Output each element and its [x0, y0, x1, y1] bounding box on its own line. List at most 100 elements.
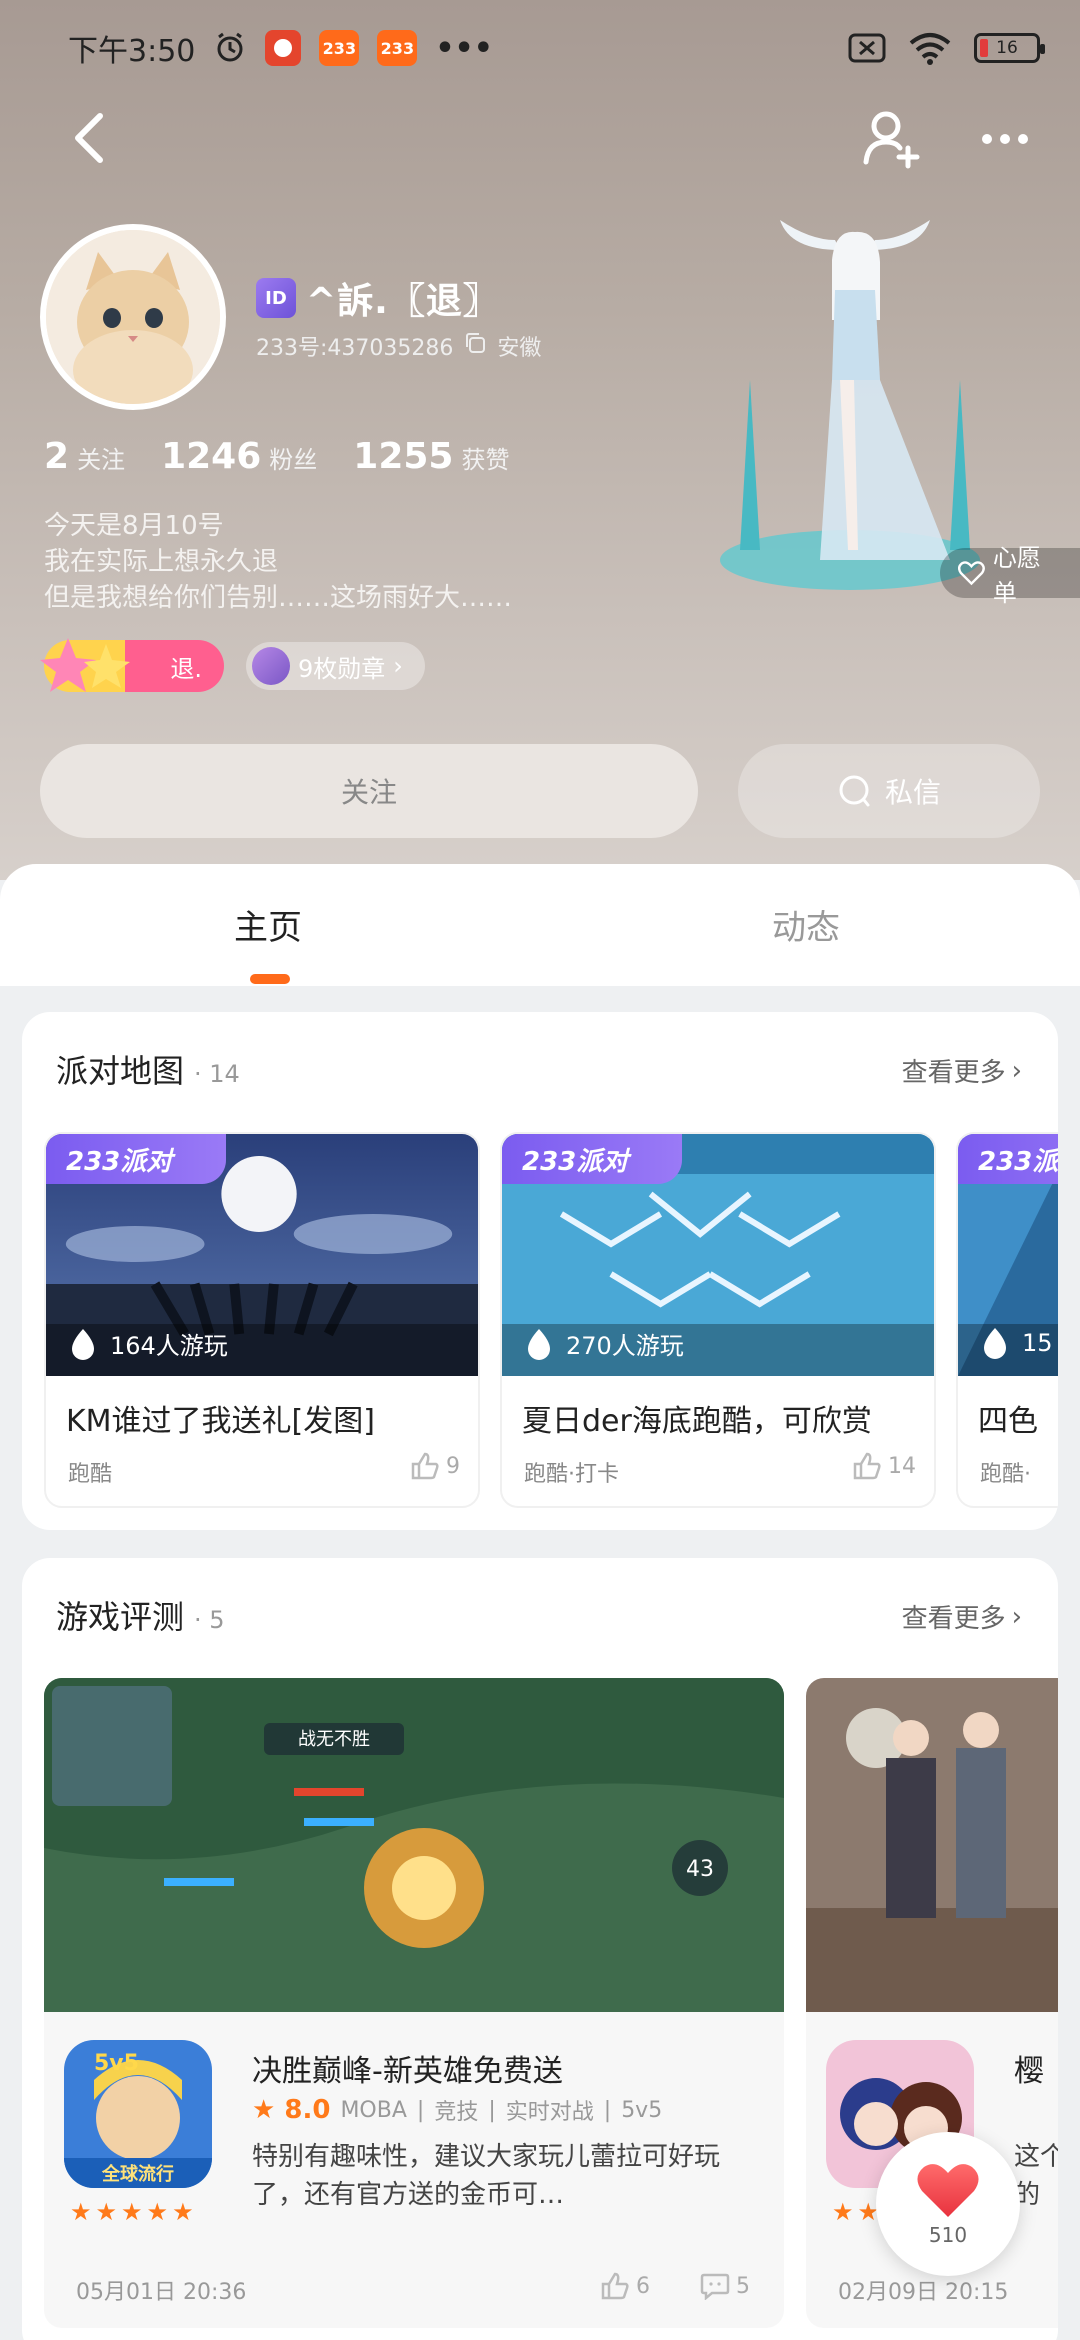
tab-feed[interactable]: 动态 — [772, 900, 840, 949]
game-icon: 5v5 全球流行 — [64, 2040, 212, 2188]
profile-tabs: 主页 动态 — [0, 864, 1080, 986]
chevron-right-icon: › — [393, 652, 403, 680]
thumbs-up-icon — [601, 2272, 629, 2300]
following-stat[interactable]: 2 关注 — [44, 436, 125, 477]
floating-like-button[interactable]: 510 — [876, 2132, 1020, 2276]
comment-icon — [700, 2273, 730, 2300]
sim-card-icon — [848, 33, 886, 63]
thumbs-up-icon — [853, 1452, 881, 1480]
player-count: 270人游玩 — [524, 1326, 684, 1361]
section-title: 游戏评测 — [56, 1598, 185, 1636]
star-badge[interactable]: 退. — [40, 638, 224, 692]
tab-home[interactable]: 主页 — [234, 900, 302, 949]
player-count-label: 15 — [1022, 1329, 1053, 1357]
party-map-name: 夏日der海底跑酷，可欣赏 — [522, 1404, 872, 1439]
player-count-label: 164人游玩 — [110, 1332, 228, 1360]
party-tag: 233派对 — [958, 1134, 1058, 1184]
review-text: 特别有趣味性，建议大家玩儿蕾拉可好玩了，还有官方送的金币可… — [252, 2142, 721, 2210]
party-map-likes[interactable]: 9 — [410, 1452, 460, 1480]
followers-label: 粉丝 — [269, 446, 318, 474]
section-count-value: 5 — [209, 1606, 225, 1634]
section-title: 派对地图 — [56, 1052, 185, 1090]
section-header: 游戏评测 · 5 — [56, 1592, 225, 1638]
back-arrow-icon — [75, 113, 103, 163]
view-more-label: 查看更多 — [901, 1058, 1006, 1088]
view-more-party-button[interactable]: 查看更多 › — [902, 1052, 1022, 1089]
battery-icon: 16 — [974, 33, 1045, 63]
genre-tag: 5v5 — [621, 2097, 663, 2123]
profile-badges: 退. 9枚勋章 › — [40, 638, 425, 692]
party-map-item[interactable]: 233派对 270人游玩 夏日der海底跑酷，可欣赏 跑酷·打卡 14 — [500, 1132, 936, 1508]
likes-stat[interactable]: 1255 获赞 — [353, 436, 509, 477]
alarm-icon — [213, 31, 247, 65]
party-map-item[interactable]: 233派对 15 四色 跑酷· — [956, 1132, 1058, 1508]
rating-value: 8.0 — [284, 2095, 331, 2125]
app-233-icon: 233 — [377, 30, 418, 66]
more-options-button[interactable] — [970, 114, 1040, 164]
genre-tag: 竞技 — [434, 2100, 479, 2125]
thumbs-up-icon — [411, 1452, 439, 1480]
bio-line: 我在实际上想永久退 — [44, 547, 279, 577]
status-bar: 下午3:50 233 233 ••• 16 — [0, 0, 1080, 96]
message-label: 私信 — [884, 776, 941, 809]
user-id-line: 233号:437035286 安徽 — [256, 330, 541, 362]
battery-level: 16 — [996, 38, 1018, 58]
party-map-tags: 跑酷 — [68, 1462, 113, 1487]
wish-list-button[interactable]: 心愿单 — [940, 544, 1080, 607]
back-button[interactable] — [60, 108, 120, 168]
party-map-name: KM谁过了我送礼[发图] — [66, 1404, 375, 1439]
party-map-likes[interactable]: 14 — [852, 1452, 916, 1480]
party-map-item[interactable]: 233派对 164人游玩 KM谁过了我送礼[发图] 跑酷 9 — [44, 1132, 480, 1508]
genre-tag: MOBA — [340, 2097, 407, 2123]
section-header: 派对地图 · 14 — [56, 1046, 240, 1092]
username-row: ID ^訴.〖退〗 — [256, 272, 500, 324]
heart-icon — [917, 2164, 979, 2217]
game-icon-bottom-text: 全球流行 — [101, 2163, 174, 2185]
add-friend-button[interactable] — [858, 104, 928, 174]
add-friend-icon — [863, 111, 920, 169]
likes-count: 14 — [888, 1453, 916, 1479]
player-count: 164人游玩 — [68, 1326, 228, 1361]
party-map-tags: 跑酷· — [980, 1462, 1031, 1487]
party-map-tags: 跑酷·打卡 — [524, 1462, 619, 1487]
avatar-3d-figure[interactable] — [720, 210, 990, 600]
kitten-avatar-image — [46, 230, 220, 404]
medals-button[interactable]: 9枚勋章 › — [246, 642, 425, 690]
profile-bio: 今天是8月10号 我在实际上想永久退 但是我想给你们告别……这场雨好大…… — [44, 508, 512, 616]
followers-count: 1246 — [161, 436, 262, 477]
flame-icon — [72, 1328, 94, 1360]
bio-line: 但是我想给你们告别……这场雨好大…… — [44, 583, 513, 613]
copy-icon[interactable] — [463, 331, 487, 361]
section-count: · 14 — [194, 1060, 240, 1088]
wifi-icon — [908, 31, 952, 65]
section-count-value: 14 — [209, 1060, 240, 1088]
status-time: 下午3:50 — [68, 34, 196, 69]
rating: ★ 8.0 — [252, 2095, 331, 2125]
party-tag: 233派对 — [46, 1134, 226, 1184]
username: ^訴.〖退〗 — [306, 281, 500, 322]
star-badge-label: 退. — [170, 654, 202, 683]
view-more-reviews-button[interactable]: 查看更多 › — [902, 1598, 1022, 1635]
more-notifications-icon: ••• — [435, 30, 493, 66]
flame-icon — [528, 1328, 550, 1360]
genre-tag: 实时对战 — [505, 2100, 594, 2125]
message-button[interactable]: 私信 — [738, 744, 1040, 838]
likes-count: 1255 — [353, 436, 454, 477]
review-comments[interactable]: 5 — [700, 2272, 750, 2300]
user-location: 安徽 — [497, 336, 542, 361]
avatar[interactable] — [40, 224, 226, 410]
chat-bubble-icon — [839, 775, 870, 807]
bio-line: 今天是8月10号 — [44, 511, 224, 541]
floating-like-count: 510 — [928, 2223, 968, 2247]
comments-count: 5 — [736, 2273, 750, 2299]
followers-stat[interactable]: 1246 粉丝 — [161, 436, 317, 477]
review-likes[interactable]: 6 — [600, 2272, 650, 2300]
screenshot-caption: 战无不胜 — [298, 1729, 370, 1750]
follow-button[interactable]: 关注 — [40, 744, 698, 838]
party-tag: 233派对 — [502, 1134, 682, 1184]
medal-icon — [252, 647, 290, 685]
id-badge-icon: ID — [256, 278, 296, 318]
chevron-right-icon: › — [1011, 1055, 1022, 1086]
game-review-item[interactable]: 战无不胜 43 5v5 全球流行 决胜巅峰-新英雄免费送 ★ 8.0 MOBA |… — [44, 1678, 784, 2328]
game-screenshot — [806, 1678, 1058, 2012]
